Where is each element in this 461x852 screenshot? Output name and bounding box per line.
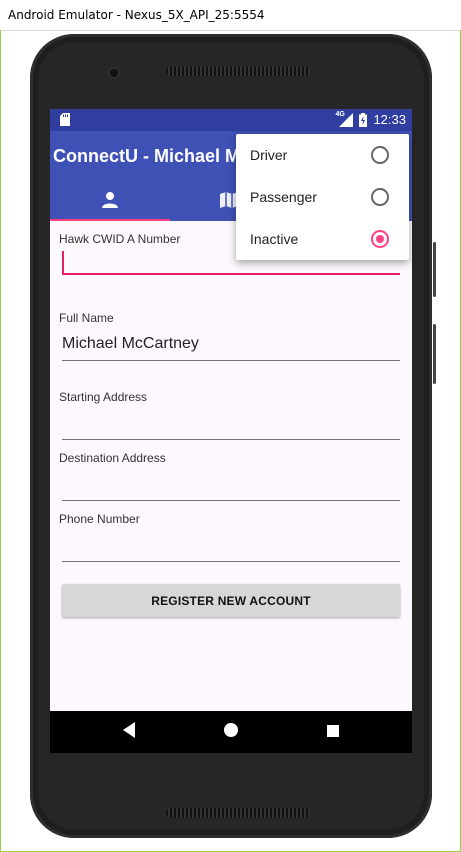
radio-driver[interactable] (371, 146, 389, 164)
window-border-left (0, 30, 1, 852)
radio-inactive[interactable] (371, 230, 389, 248)
top-speaker-grille (166, 66, 310, 76)
cwid-label: Hawk CWID A Number (59, 232, 181, 246)
status-bar: 4G 12:33 (50, 109, 412, 131)
cwid-input[interactable] (62, 273, 400, 275)
full-name-underline (62, 360, 400, 361)
menu-item-inactive[interactable]: Inactive (236, 218, 409, 260)
phone-number-input[interactable] (62, 561, 400, 562)
emulator-title: Android Emulator - Nexus_5X_API_25:5554 (8, 8, 265, 22)
volume-button[interactable] (433, 324, 436, 384)
emulator-title-bar: Android Emulator - Nexus_5X_API_25:5554 (0, 0, 461, 31)
menu-item-driver[interactable]: Driver (236, 134, 409, 176)
bottom-speaker-grille (166, 808, 310, 818)
starting-address-input[interactable] (62, 439, 400, 440)
battery-charging-icon (359, 112, 368, 127)
menu-item-label: Inactive (250, 231, 299, 247)
status-time: 12:33 (373, 112, 406, 127)
back-icon[interactable] (121, 721, 137, 739)
radio-passenger[interactable] (371, 188, 389, 206)
menu-item-label: Driver (250, 147, 288, 163)
sd-card-icon (60, 113, 70, 126)
starting-address-label: Starting Address (59, 390, 148, 404)
recents-icon[interactable] (326, 724, 340, 738)
status-popup-menu: Driver Passenger Inactive (236, 134, 409, 260)
destination-address-input[interactable] (62, 500, 400, 501)
person-icon (102, 192, 118, 208)
navigation-bar (50, 711, 412, 753)
tab-indicator (50, 219, 170, 221)
front-camera (110, 69, 118, 77)
text-cursor (62, 251, 64, 273)
home-icon[interactable] (223, 721, 239, 739)
tab-profile[interactable] (50, 181, 170, 221)
power-button[interactable] (433, 242, 436, 297)
full-name-label: Full Name (59, 311, 114, 325)
destination-address-label: Destination Address (59, 451, 166, 465)
cell-signal-icon: 4G (335, 111, 354, 127)
full-name-input[interactable]: Michael McCartney (62, 335, 199, 353)
register-account-button[interactable]: REGISTER NEW ACCOUNT (62, 584, 400, 617)
phone-number-label: Phone Number (59, 512, 140, 526)
menu-item-label: Passenger (250, 189, 317, 205)
menu-item-passenger[interactable]: Passenger (236, 176, 409, 218)
